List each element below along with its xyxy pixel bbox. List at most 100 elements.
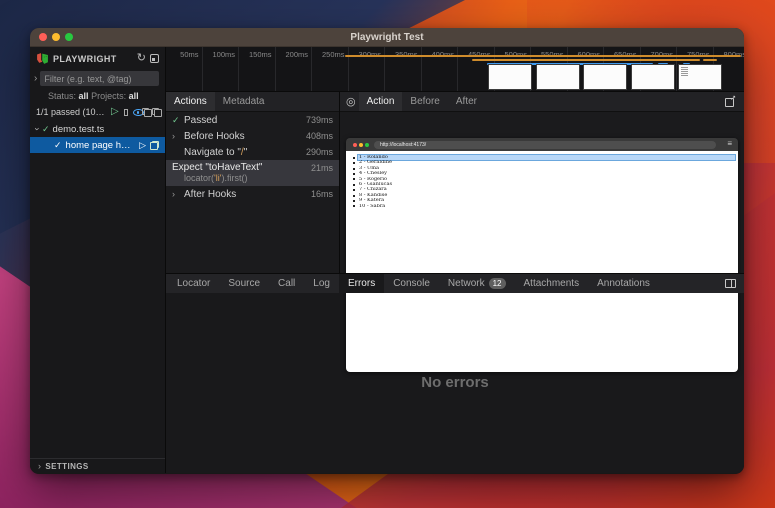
- list-item[interactable]: 10 - Sabra: [353, 204, 735, 209]
- timeline-tick: 250ms: [312, 47, 349, 91]
- action-duration: 739ms: [302, 115, 333, 125]
- tab-errors[interactable]: Errors: [339, 274, 384, 293]
- snapshot-browser-frame: http://localhost:4173/ ≡ 1 - Rolando 2 -…: [346, 138, 738, 372]
- filter-input[interactable]: [40, 71, 159, 86]
- tab-locator[interactable]: Locator: [168, 274, 219, 293]
- tab-attachments[interactable]: Attachments: [515, 274, 589, 293]
- browser-minimize-dot: [359, 143, 363, 147]
- sidebar: PLAYWRIGHT ↻ › Status: all Projects: all…: [30, 47, 166, 473]
- hamburger-menu-icon[interactable]: ≡: [727, 140, 732, 148]
- timeline-strip[interactable]: 50ms 100ms 150ms 200ms 250ms 300ms 350ms…: [166, 47, 744, 92]
- action-locator: locator('li').first(): [172, 173, 333, 183]
- close-button[interactable]: [39, 33, 47, 41]
- test-case-row-selected[interactable]: ✓ home page has the… ▷: [30, 137, 165, 153]
- action-label: Before Hooks: [184, 131, 245, 142]
- action-row-expect-selected[interactable]: Expect "toHaveText" 21ms locator('li').f…: [166, 160, 339, 186]
- run-test-icon[interactable]: ▷: [139, 140, 146, 151]
- snapshot-tab-bar: ◎ Action Before After: [340, 92, 744, 112]
- action-duration: 16ms: [307, 189, 333, 199]
- pass-check-icon: ✓: [172, 115, 184, 126]
- snapshot-browser-chrome: http://localhost:4173/ ≡: [346, 138, 738, 151]
- timeline-network-bar: [472, 59, 700, 61]
- snapshot-panel: ◎ Action Before After: [340, 92, 744, 273]
- app-brand-label: PLAYWRIGHT: [53, 54, 133, 64]
- window-titlebar[interactable]: Playwright Test: [30, 28, 744, 47]
- toggle-panel-columns-icon[interactable]: [725, 279, 736, 288]
- tab-call[interactable]: Call: [269, 274, 304, 293]
- window-title: Playwright Test: [30, 32, 744, 43]
- tab-action[interactable]: Action: [359, 92, 403, 111]
- tab-log[interactable]: Log: [304, 274, 339, 293]
- tab-annotations[interactable]: Annotations: [588, 274, 659, 293]
- minimize-button[interactable]: [52, 33, 60, 41]
- copy-icon[interactable]: [144, 108, 149, 117]
- sidebar-header: PLAYWRIGHT ↻: [30, 49, 165, 68]
- test-case-name: home page has the…: [66, 140, 136, 151]
- test-toolbar: 1/1 passed (100%) ▷: [30, 103, 165, 121]
- multi-window-icon[interactable]: [154, 108, 159, 117]
- action-label: After Hooks: [184, 189, 236, 200]
- filmstrip-thumbnail[interactable]: [631, 64, 675, 90]
- pick-locator-icon[interactable]: ◎: [346, 95, 356, 108]
- run-all-icon[interactable]: ▷: [111, 107, 119, 117]
- tab-metadata[interactable]: Metadata: [215, 92, 273, 111]
- timeline-tick: 350ms: [385, 47, 422, 91]
- timeline-tick: 150ms: [239, 47, 276, 91]
- chevron-right-icon[interactable]: ›: [172, 189, 184, 199]
- filter-status-line[interactable]: Status: all Projects: all: [30, 88, 165, 103]
- test-file-row[interactable]: › ✓ demo.test.ts: [30, 121, 165, 137]
- playwright-logo-icon: [36, 52, 49, 65]
- open-snapshot-external-icon[interactable]: [725, 97, 735, 107]
- tab-network[interactable]: Network12: [439, 274, 515, 293]
- tab-console[interactable]: Console: [384, 274, 439, 293]
- action-row-navigate[interactable]: Navigate to "/" 290ms: [166, 144, 339, 160]
- snapshot-viewport: http://localhost:4173/ ≡ 1 - Rolando 2 -…: [340, 112, 744, 273]
- copy-icon[interactable]: [150, 141, 159, 150]
- desktop-wallpaper: Playwright Test PLAYWRIGHT ↻ ›: [0, 0, 775, 508]
- sidebar-empty-area: [30, 153, 165, 458]
- tab-before[interactable]: Before: [402, 92, 447, 111]
- browser-close-dot: [353, 143, 357, 147]
- thumbnail-content: [681, 67, 688, 76]
- pass-check-icon: ✓: [42, 124, 50, 135]
- terminal-icon[interactable]: [150, 54, 159, 63]
- tab-source[interactable]: Source: [219, 274, 269, 293]
- filmstrip-thumbnail[interactable]: [678, 64, 722, 90]
- timeline-tick: 200ms: [276, 47, 313, 91]
- chevron-right-icon[interactable]: ›: [34, 74, 37, 84]
- stop-icon[interactable]: [124, 109, 129, 116]
- zoom-button[interactable]: [65, 33, 73, 41]
- tab-after[interactable]: After: [448, 92, 485, 111]
- browser-zoom-dot: [365, 143, 369, 147]
- action-row-passed[interactable]: ✓ Passed 739ms: [166, 112, 339, 128]
- settings-label: SETTINGS: [45, 462, 88, 471]
- snapshot-url-bar: http://localhost:4173/: [374, 141, 716, 149]
- timeline-network-bar: [345, 55, 741, 57]
- bottom-tab-bar: Locator Source Call Log Errors Console N…: [166, 273, 744, 293]
- reload-icon[interactable]: ↻: [137, 53, 146, 64]
- filmstrip-thumbnail[interactable]: [536, 64, 580, 90]
- traffic-lights: [39, 33, 73, 41]
- filter-row: ›: [30, 69, 165, 88]
- snapshot-page: 1 - Rolando 2 - Geraldine 3 - Uma 4 - Ch…: [346, 151, 738, 372]
- action-label: Navigate to "/": [184, 147, 247, 158]
- timeline-tick: 300ms: [349, 47, 386, 91]
- pass-summary: 1/1 passed (100%): [36, 107, 106, 117]
- tab-actions[interactable]: Actions: [166, 92, 215, 111]
- network-count-badge: 12: [489, 278, 506, 289]
- settings-section[interactable]: › SETTINGS: [30, 458, 165, 473]
- chevron-down-icon[interactable]: ›: [33, 128, 43, 131]
- action-label: Expect "toHaveText": [172, 162, 262, 173]
- projects-value[interactable]: all: [129, 91, 139, 101]
- playwright-test-window: Playwright Test PLAYWRIGHT ↻ ›: [30, 28, 744, 474]
- filmstrip-thumbnail[interactable]: [488, 64, 532, 90]
- status-value[interactable]: all: [79, 91, 89, 101]
- watch-all-eye-icon[interactable]: [133, 107, 139, 117]
- action-row-before-hooks[interactable]: › Before Hooks 408ms: [166, 128, 339, 144]
- filmstrip-thumbnail[interactable]: [583, 64, 627, 90]
- actions-tab-bar: Actions Metadata: [166, 92, 339, 112]
- chevron-right-icon[interactable]: ›: [172, 131, 184, 141]
- action-row-after-hooks[interactable]: › After Hooks 16ms: [166, 186, 339, 202]
- action-duration: 408ms: [302, 131, 333, 141]
- empty-state-message: No errors: [421, 374, 489, 391]
